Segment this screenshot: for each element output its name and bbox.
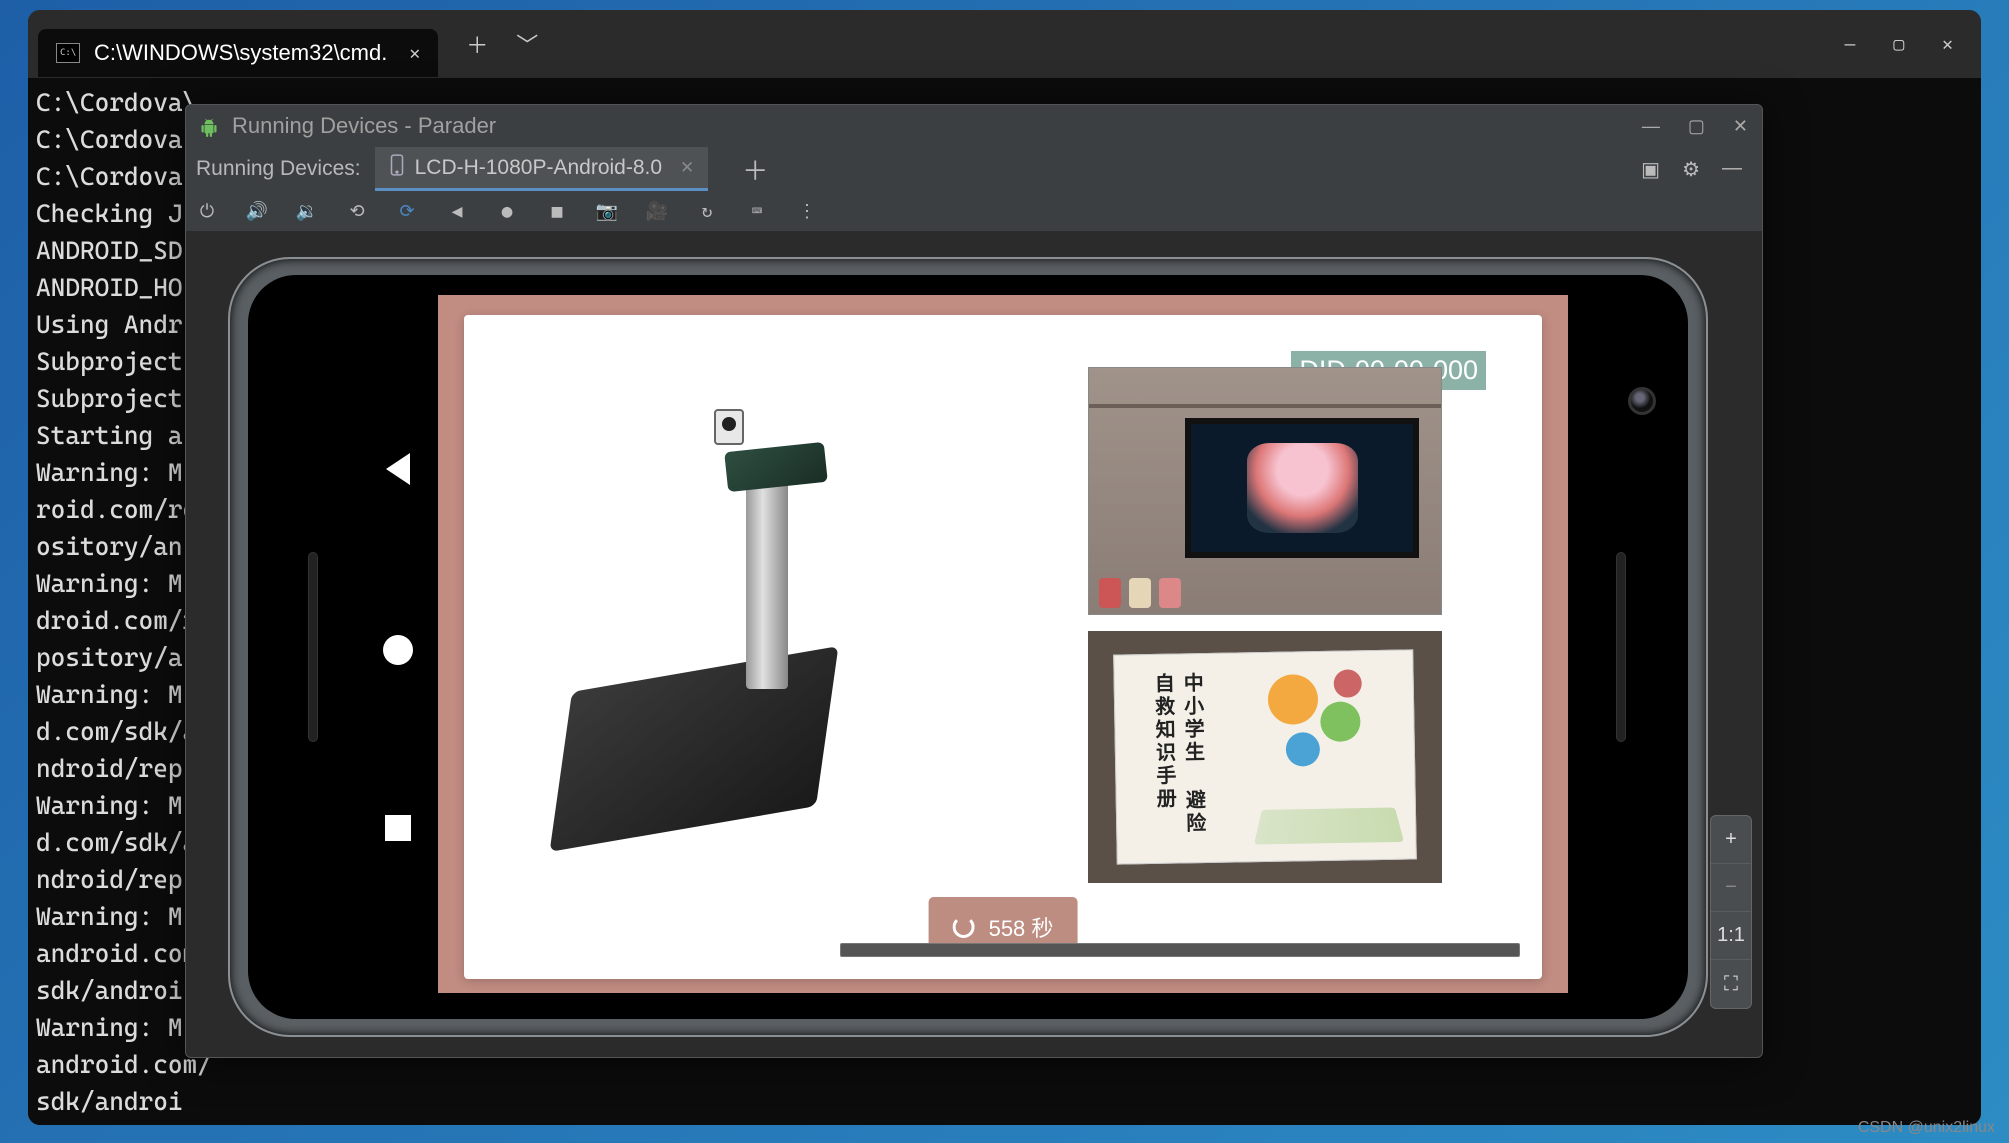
screenshot-icon[interactable]: 📷	[596, 201, 618, 222]
phone-frame: DID-00-00-000 中小学生 避险自救知	[228, 257, 1708, 1037]
parader-window: Running Devices - Parader — ▢ ✕ Running …	[185, 104, 1763, 1058]
cmd-icon: C:\	[56, 43, 80, 63]
scanner-image	[564, 409, 914, 829]
android-nav-buttons	[368, 259, 428, 1035]
close-icon[interactable]: ✕	[1942, 34, 1953, 55]
parader-close-icon[interactable]: ✕	[1733, 116, 1748, 137]
device-tab[interactable]: LCD-H-1080P-Android-8.0 ✕	[375, 147, 709, 191]
device-tab-close-icon[interactable]: ✕	[680, 158, 694, 178]
power-icon[interactable]: ⏻	[196, 201, 218, 222]
bottom-status-bar	[840, 943, 1520, 957]
phone-camera	[1628, 387, 1656, 415]
maximize-icon[interactable]: ▢	[1893, 34, 1904, 55]
rotate-left-icon[interactable]: ⟲	[346, 201, 368, 222]
android-back-button[interactable]	[386, 453, 410, 485]
zoom-fit-button[interactable]: ⛶	[1711, 960, 1751, 1008]
app-card: DID-00-00-000 中小学生 避险自救知	[464, 315, 1542, 979]
terminal-title-bar: C:\ C:\WINDOWS\system32\cmd. ✕ ＋ ﹀ — ▢ ✕	[28, 10, 1981, 78]
keyboard-icon[interactable]: ⌨	[746, 201, 768, 222]
window-controls: — ▢ ✕	[1844, 34, 1971, 55]
add-device-button[interactable]: ＋	[742, 151, 768, 188]
spinner-icon	[953, 916, 975, 938]
volume-up-icon[interactable]: 🔊	[246, 201, 268, 222]
emulator-toolbar: ⏻ 🔊 🔉 ⟲ ⟳ ◀ ● ■ 📷 🎥 ↻ ⌨ ⋮	[186, 191, 1762, 231]
settings-icon[interactable]: ⚙	[1682, 157, 1700, 182]
android-icon	[200, 117, 218, 135]
volume-down-icon[interactable]: 🔉	[296, 201, 318, 222]
watermark: CSDN @unix2linux	[1858, 1119, 1995, 1137]
devices-label: Running Devices:	[196, 157, 361, 181]
new-tab-button[interactable]: ＋	[466, 28, 488, 60]
overview-icon[interactable]: ■	[546, 201, 568, 222]
more-icon[interactable]: ⋮	[796, 201, 818, 222]
devices-tab-row: Running Devices: LCD-H-1080P-Android-8.0…	[186, 147, 1762, 191]
parader-maximize-icon[interactable]: ▢	[1688, 116, 1705, 137]
parader-title-bar: Running Devices - Parader — ▢ ✕	[186, 105, 1762, 147]
terminal-tab-title: C:\WINDOWS\system32\cmd.	[94, 40, 387, 66]
collapse-icon[interactable]: —	[1722, 157, 1742, 182]
parader-title-text: Running Devices - Parader	[232, 113, 496, 139]
back-icon[interactable]: ◀	[446, 201, 468, 222]
phone-speaker	[308, 552, 318, 742]
android-home-button[interactable]	[383, 635, 413, 665]
book-title: 中小学生 避险自救知识手册	[1114, 653, 1243, 863]
home-icon[interactable]: ●	[496, 201, 518, 222]
zoom-actual-button[interactable]: 1:1	[1711, 912, 1751, 960]
camera-preview-1	[1088, 367, 1442, 615]
phone-screen[interactable]: DID-00-00-000 中小学生 避险自救知	[438, 295, 1568, 993]
reload-icon[interactable]: ↻	[696, 201, 718, 222]
zoom-out-button[interactable]: −	[1711, 864, 1751, 912]
minimize-icon[interactable]: —	[1844, 34, 1855, 55]
camera-preview-2: 中小学生 避险自救知识手册	[1088, 631, 1442, 883]
record-icon[interactable]: 🎥	[646, 201, 668, 222]
rotate-right-icon[interactable]: ⟳	[396, 201, 418, 222]
tab-dropdown-icon[interactable]: ﹀	[516, 28, 538, 60]
phone-speaker	[1616, 552, 1626, 742]
parader-minimize-icon[interactable]: —	[1642, 116, 1660, 137]
terminal-tab[interactable]: C:\ C:\WINDOWS\system32\cmd. ✕	[38, 29, 438, 77]
phone-icon	[389, 154, 405, 181]
zoom-panel: + − 1:1 ⛶	[1710, 815, 1752, 1009]
android-overview-button[interactable]	[385, 815, 411, 841]
device-tab-label: LCD-H-1080P-Android-8.0	[415, 156, 662, 180]
countdown-text: 558 秒	[989, 911, 1054, 943]
terminal-tab-close-icon[interactable]: ✕	[409, 43, 420, 64]
zoom-in-button[interactable]: +	[1711, 816, 1751, 864]
emulator-stage: DID-00-00-000 中小学生 避险自救知	[186, 231, 1762, 1057]
window-mode-icon[interactable]: ▣	[1641, 157, 1660, 182]
